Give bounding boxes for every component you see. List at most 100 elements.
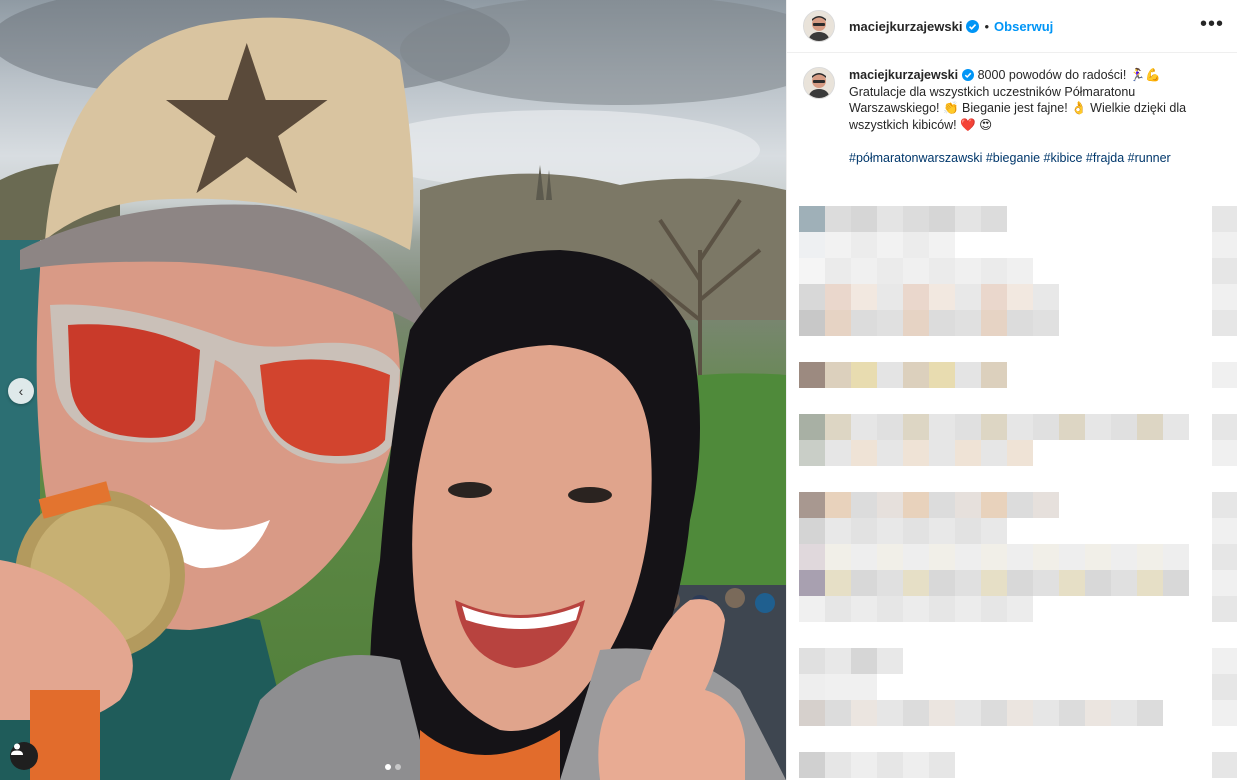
pixel-block xyxy=(1212,700,1237,726)
pixel-block xyxy=(1111,544,1137,570)
pixel-block xyxy=(1033,700,1059,726)
pixel-block xyxy=(1007,544,1033,570)
pixel-block xyxy=(1111,700,1137,726)
pixel-block xyxy=(877,544,903,570)
caption-hashtags[interactable]: #półmaratonwarszawski #bieganie #kibice … xyxy=(849,150,1189,167)
pixel-block xyxy=(851,310,877,336)
blurred-comment-row xyxy=(799,570,1189,596)
pixel-block xyxy=(929,752,955,778)
pixel-block xyxy=(1212,648,1237,674)
pixel-block xyxy=(929,570,955,596)
pixel-block xyxy=(877,596,903,622)
pixel-block xyxy=(903,310,929,336)
pixel-block xyxy=(799,570,825,596)
pixel-block xyxy=(877,414,903,440)
pixel-block xyxy=(903,596,929,622)
pixel-block xyxy=(851,492,877,518)
pixel-block xyxy=(1212,440,1237,466)
blurred-comment-row xyxy=(799,414,1189,440)
pixel-block xyxy=(877,492,903,518)
pixel-block xyxy=(799,440,825,466)
pixel-block xyxy=(877,232,903,258)
pixel-block xyxy=(1059,414,1085,440)
pixel-block xyxy=(1163,544,1189,570)
pixel-block xyxy=(981,544,1007,570)
pixel-block xyxy=(903,518,929,544)
carousel-prev-button[interactable]: ‹ xyxy=(8,378,34,404)
pixel-block xyxy=(1212,206,1237,232)
pixel-block xyxy=(981,284,1007,310)
pixel-block xyxy=(929,544,955,570)
verified-badge-icon xyxy=(966,19,980,33)
pixel-block xyxy=(903,284,929,310)
pixel-block xyxy=(955,492,981,518)
pixel-block xyxy=(799,648,825,674)
pixel-block xyxy=(877,440,903,466)
pixel-block xyxy=(1212,674,1237,700)
blurred-comment-row xyxy=(799,518,1007,544)
pixel-block xyxy=(955,518,981,544)
pixel-block xyxy=(851,518,877,544)
pixel-block xyxy=(1212,258,1237,284)
blurred-comment-row xyxy=(799,440,1033,466)
pixel-block xyxy=(1085,700,1111,726)
pixel-block xyxy=(929,258,955,284)
pixel-block xyxy=(955,362,981,388)
blurred-comment-row xyxy=(799,648,903,674)
pixel-block xyxy=(799,284,825,310)
pixel-block xyxy=(903,258,929,284)
pixel-block xyxy=(799,206,825,232)
header-separator: • xyxy=(984,18,990,34)
pixel-block xyxy=(929,700,955,726)
pixel-block xyxy=(851,362,877,388)
pixel-block xyxy=(851,752,877,778)
caption-text-line1: 8000 powodów do radości! 🏃‍♀️💪 xyxy=(974,68,1161,82)
pixel-block xyxy=(799,518,825,544)
pixel-block xyxy=(1111,414,1137,440)
pixel-block xyxy=(799,544,825,570)
pixel-block xyxy=(929,596,955,622)
post-photo[interactable]: ‹ xyxy=(0,0,786,780)
pixel-block xyxy=(955,414,981,440)
caption-author-avatar[interactable] xyxy=(803,67,835,99)
pixel-block xyxy=(825,414,851,440)
pixel-block xyxy=(929,362,955,388)
pixel-block xyxy=(1033,284,1059,310)
photo-illustration xyxy=(0,0,786,780)
pixel-block xyxy=(955,206,981,232)
pixel-block xyxy=(903,206,929,232)
follow-button[interactable]: Obserwuj xyxy=(994,19,1053,34)
carousel-dot-active xyxy=(385,764,391,770)
pixel-block xyxy=(929,232,955,258)
pixel-block xyxy=(1212,414,1237,440)
pixel-block xyxy=(1212,362,1237,388)
pixel-block xyxy=(1033,310,1059,336)
pixel-block xyxy=(799,596,825,622)
pixel-block xyxy=(825,492,851,518)
pixel-block xyxy=(903,440,929,466)
pixel-block xyxy=(981,570,1007,596)
blurred-comment-row xyxy=(799,596,1033,622)
chevron-left-icon: ‹ xyxy=(18,383,24,399)
pixel-block xyxy=(1007,284,1033,310)
pixel-block xyxy=(825,310,851,336)
pixel-block xyxy=(825,206,851,232)
more-options-icon[interactable]: ••• xyxy=(1200,14,1224,34)
pixel-block xyxy=(955,570,981,596)
pixel-block xyxy=(903,232,929,258)
avatar-image xyxy=(804,11,834,41)
author-avatar[interactable] xyxy=(803,10,835,42)
pixel-block xyxy=(1212,544,1237,570)
pixel-block xyxy=(1137,544,1163,570)
pixel-block xyxy=(1163,570,1189,596)
pixel-block xyxy=(877,752,903,778)
pixel-block xyxy=(1007,596,1033,622)
pixel-block xyxy=(903,414,929,440)
pixel-block xyxy=(877,648,903,674)
author-username[interactable]: maciejkurzajewski xyxy=(849,19,962,34)
pixel-block xyxy=(877,570,903,596)
pixel-block xyxy=(1212,232,1237,258)
caption-username[interactable]: maciejkurzajewski xyxy=(849,68,958,82)
verified-badge-icon xyxy=(962,69,975,81)
blurred-comment-row xyxy=(799,492,1059,518)
